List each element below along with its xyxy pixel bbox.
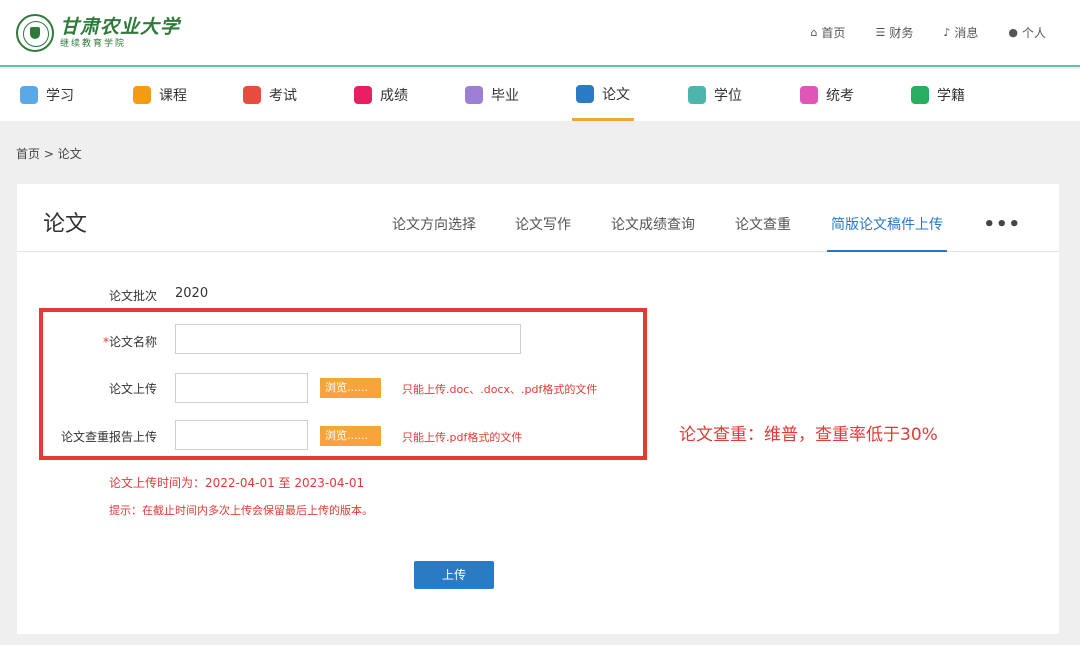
top-link-finance[interactable]: ☰ 财务 xyxy=(875,24,913,41)
home-icon: ⌂ xyxy=(810,26,818,39)
thesis-name-input[interactable] xyxy=(175,324,521,354)
graduation-icon xyxy=(465,86,483,104)
nav-item-unified-exam[interactable]: 统考 xyxy=(800,69,854,121)
page-title: 论文 xyxy=(43,212,88,237)
panel-tabs: 论文 论文方向选择 论文写作 论文成绩查询 论文查重 简版论文稿件上传 ••• xyxy=(17,184,1059,252)
nav-item-exam[interactable]: 考试 xyxy=(243,69,297,121)
thesis-format-hint: 只能上传.doc、.docx、.pdf格式的文件 xyxy=(402,383,598,396)
nav-item-thesis[interactable]: 论文 xyxy=(572,69,634,121)
batch-value: 2020 xyxy=(175,286,209,301)
batch-label: 论文批次 xyxy=(108,289,157,303)
logo-subtitle: 继续教育学院 xyxy=(60,39,127,49)
top-links: ⌂ 首页 ☰ 财务 ♪ 消息 ● 个人 xyxy=(810,24,1046,41)
name-label: *论文名称 xyxy=(102,335,157,349)
report-label: 论文查重报告上传 xyxy=(60,430,157,444)
thesis-browse-button[interactable]: 浏览...... xyxy=(320,378,381,398)
tab-draft-upload[interactable]: 简版论文稿件上传 xyxy=(827,214,947,252)
upload-label: 论文上传 xyxy=(108,382,157,396)
tab-thesis-writing[interactable]: 论文写作 xyxy=(515,214,571,252)
breadcrumb[interactable]: 首页 > 论文 xyxy=(16,145,82,162)
exam-icon xyxy=(243,86,261,104)
logo-title: 甘肃农业大学 xyxy=(60,16,181,38)
tab-thesis-grade[interactable]: 论文成绩查询 xyxy=(611,214,695,252)
top-link-messages[interactable]: ♪ 消息 xyxy=(943,24,978,41)
university-seal-icon xyxy=(16,14,54,52)
report-format-hint: 只能上传.pdf格式的文件 xyxy=(402,431,523,444)
nav-item-course[interactable]: 课程 xyxy=(133,69,187,121)
top-header: 甘肃农业大学 继续教育学院 ⌂ 首页 ☰ 财务 ♪ 消息 ● 个人 xyxy=(0,0,1080,67)
upload-button[interactable]: 上传 xyxy=(414,561,494,589)
score-icon xyxy=(354,86,372,104)
bell-icon: ♪ xyxy=(943,26,951,39)
thesis-panel: 论文 论文方向选择 论文写作 论文成绩查询 论文查重 简版论文稿件上传 ••• … xyxy=(17,184,1059,634)
enrollment-icon xyxy=(911,86,929,104)
more-menu-icon[interactable]: ••• xyxy=(983,214,1021,235)
top-link-profile[interactable]: ● 个人 xyxy=(1008,24,1046,41)
thesis-file-field[interactable] xyxy=(175,373,308,403)
thesis-icon xyxy=(576,84,594,103)
plagiarism-note: 论文查重：维普，查重率低于30% xyxy=(679,425,938,445)
degree-icon xyxy=(688,86,706,104)
main-nav: 学习 课程 考试 成绩 毕业 论文 学位 统考 学籍 xyxy=(0,69,1080,121)
database-icon: ☰ xyxy=(875,26,886,39)
university-logo[interactable]: 甘肃农业大学 继续教育学院 xyxy=(16,14,180,52)
study-icon xyxy=(20,86,38,104)
nav-item-enrollment[interactable]: 学籍 xyxy=(911,69,965,121)
tab-plagiarism-check[interactable]: 论文查重 xyxy=(735,214,791,252)
nav-item-score[interactable]: 成绩 xyxy=(354,69,408,121)
unified-exam-icon xyxy=(800,86,818,104)
top-link-home[interactable]: ⌂ 首页 xyxy=(810,24,845,41)
upload-time-window: 论文上传时间为：2022-04-01 至 2023-04-01 xyxy=(109,476,365,490)
report-browse-button[interactable]: 浏览...... xyxy=(320,426,381,446)
upload-tip: 提示：在截止时间内多次上传会保留最后上传的版本。 xyxy=(109,504,373,517)
nav-item-study[interactable]: 学习 xyxy=(20,69,74,121)
report-file-field[interactable] xyxy=(175,420,308,450)
course-icon xyxy=(133,86,151,104)
nav-item-graduation[interactable]: 毕业 xyxy=(465,69,519,121)
nav-item-degree[interactable]: 学位 xyxy=(688,69,742,121)
tab-thesis-direction[interactable]: 论文方向选择 xyxy=(392,214,476,252)
user-icon: ● xyxy=(1008,26,1018,39)
